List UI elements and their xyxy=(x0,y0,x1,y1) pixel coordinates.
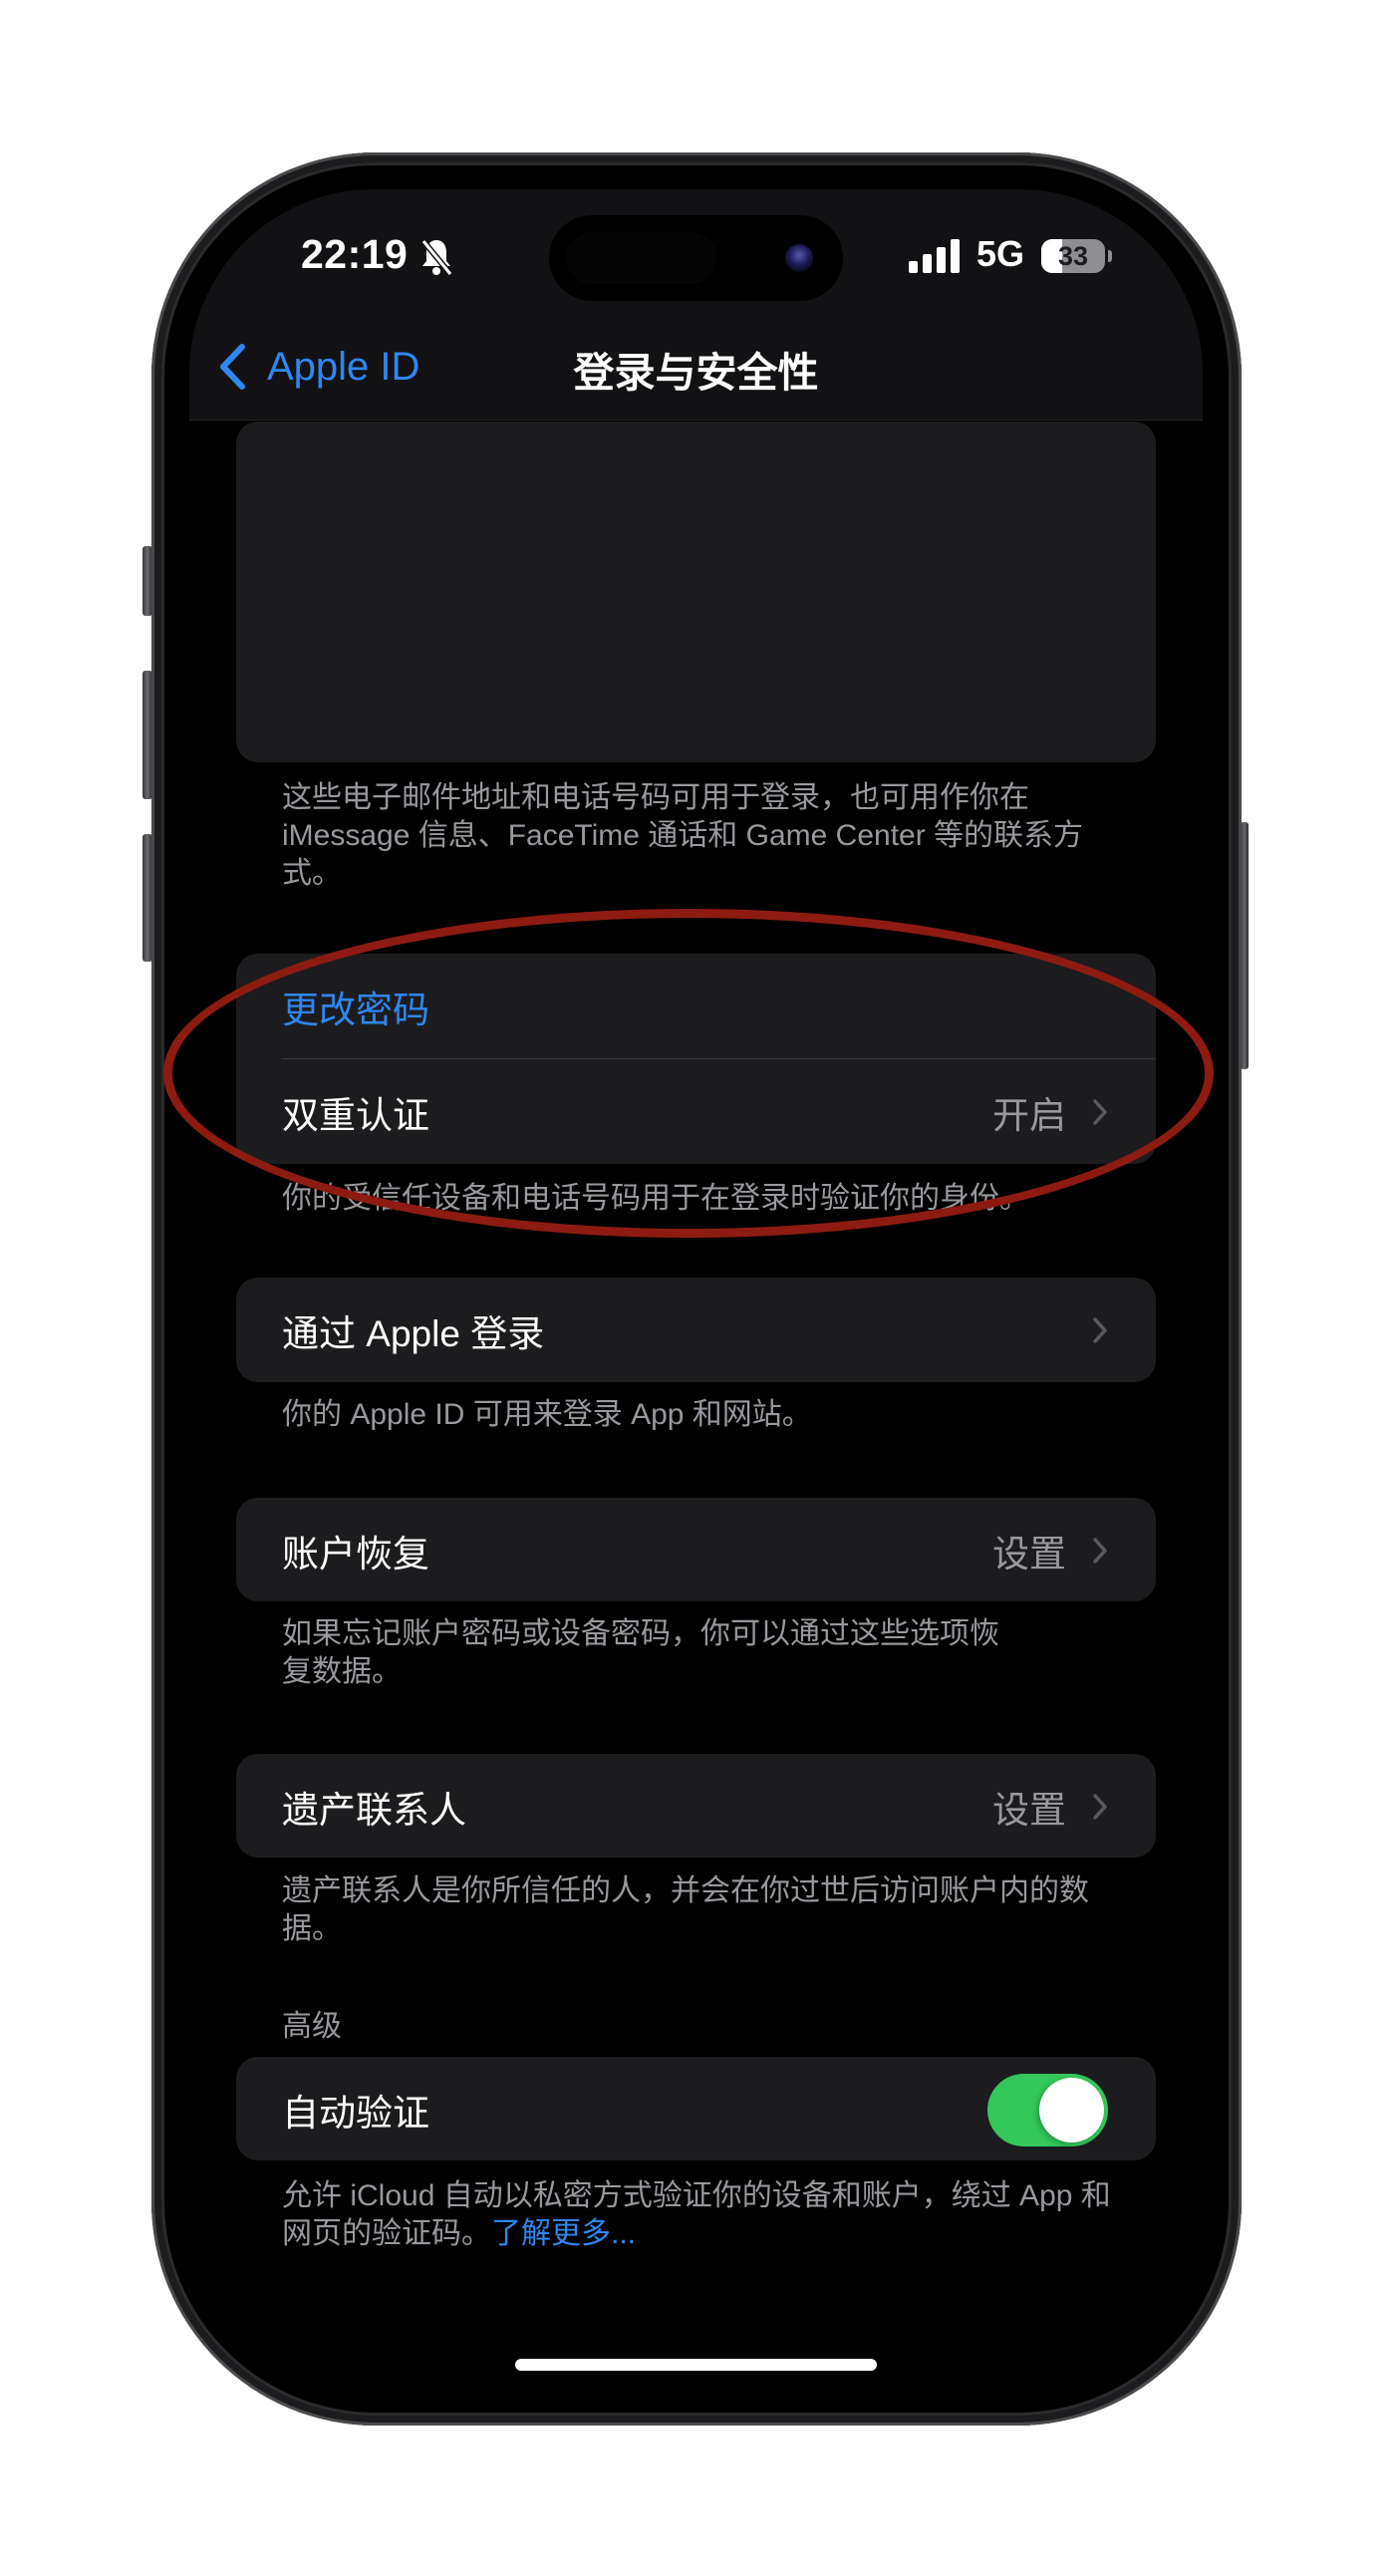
advanced-group: 自动验证 xyxy=(236,2057,1156,2160)
account-recovery-footer: 如果忘记账户密码或设备密码，你可以通过这些选项恢复数据。 xyxy=(282,1617,999,1688)
email-phone-footer: 这些电子邮件地址和电话号码可用于登录，也可用作你在 iMessage 信息、Fa… xyxy=(282,781,1084,890)
toggle-knob xyxy=(1039,2078,1104,2143)
security-footer: 你的受信任设备和电话号码用于在登录时验证你的身份。 xyxy=(282,1182,1029,1215)
sign-in-with-apple-group: 通过 Apple 登录 xyxy=(236,1278,1156,1382)
dynamic-island xyxy=(549,215,843,301)
home-indicator[interactable] xyxy=(515,2359,877,2371)
auto-verify-footer: 允许 iCloud 自动以私密方式验证你的设备和账户，绕过 App 和网页的验证… xyxy=(282,2177,1119,2253)
legacy-contact-row[interactable]: 遗产联系人 设置 xyxy=(236,1754,1156,1859)
change-password-label: 更改密码 xyxy=(282,989,429,1030)
battery-icon: 33 xyxy=(1041,239,1105,273)
front-camera xyxy=(785,244,813,272)
page-title: 登录与安全性 xyxy=(573,350,819,396)
two-factor-label: 双重认证 xyxy=(282,1094,429,1136)
auto-verify-toggle[interactable] xyxy=(987,2074,1108,2147)
bell-slash-icon xyxy=(420,239,453,276)
security-group: 更改密码 双重认证 开启 xyxy=(236,954,1156,1164)
advanced-header: 高级 xyxy=(282,2010,342,2043)
auto-verify-footer-text: 允许 iCloud 自动以私密方式验证你的设备和账户，绕过 App 和网页的验证… xyxy=(282,2179,1111,2250)
chevron-right-icon xyxy=(1093,1793,1107,1820)
navigation-bar: 22:19 5G 33 Apple ID 登录与安全性 xyxy=(189,189,1203,421)
legacy-contact-group: 遗产联系人 设置 xyxy=(236,1754,1156,1858)
auto-verify-label: 自动验证 xyxy=(282,2092,429,2134)
network-type: 5G xyxy=(976,233,1025,274)
account-recovery-group: 账户恢复 设置 xyxy=(236,1498,1156,1601)
screen: 22:19 5G 33 Apple ID 登录与安全性 这些电子邮件地址和电话号… xyxy=(189,189,1203,2392)
battery-tip xyxy=(1108,250,1112,262)
status-time: 22:19 xyxy=(301,231,409,277)
account-recovery-row[interactable]: 账户恢复 设置 xyxy=(236,1498,1156,1602)
email-phone-list xyxy=(236,422,1156,762)
chevron-right-icon xyxy=(1093,1537,1107,1564)
power-button xyxy=(1241,822,1249,1069)
auto-verify-row: 自动验证 xyxy=(236,2057,1156,2161)
legacy-contact-label: 遗产联系人 xyxy=(282,1789,466,1831)
account-recovery-value: 设置 xyxy=(992,1533,1066,1574)
sign-in-with-apple-row[interactable]: 通过 Apple 登录 xyxy=(236,1278,1156,1382)
legacy-contact-footer: 遗产联系人是你所信任的人，并会在你过世后访问账户内的数据。 xyxy=(282,1874,1089,1945)
sign-in-with-apple-label: 通过 Apple 登录 xyxy=(282,1312,545,1354)
sign-in-with-apple-footer: 你的 Apple ID 可用来登录 App 和网站。 xyxy=(282,1398,812,1431)
chevron-right-icon xyxy=(1093,1098,1107,1125)
island-sensor xyxy=(566,232,716,284)
two-factor-value: 开启 xyxy=(992,1094,1066,1136)
learn-more-link[interactable]: 了解更多... xyxy=(491,2217,636,2250)
account-recovery-label: 账户恢复 xyxy=(282,1533,429,1574)
cellular-signal-icon xyxy=(909,239,960,273)
legacy-contact-value: 设置 xyxy=(992,1789,1066,1831)
two-factor-row[interactable]: 双重认证 开启 xyxy=(236,1059,1156,1164)
chevron-right-icon xyxy=(1093,1316,1107,1343)
battery-percent: 33 xyxy=(1057,241,1089,271)
change-password-row[interactable]: 更改密码 xyxy=(236,954,1156,1058)
